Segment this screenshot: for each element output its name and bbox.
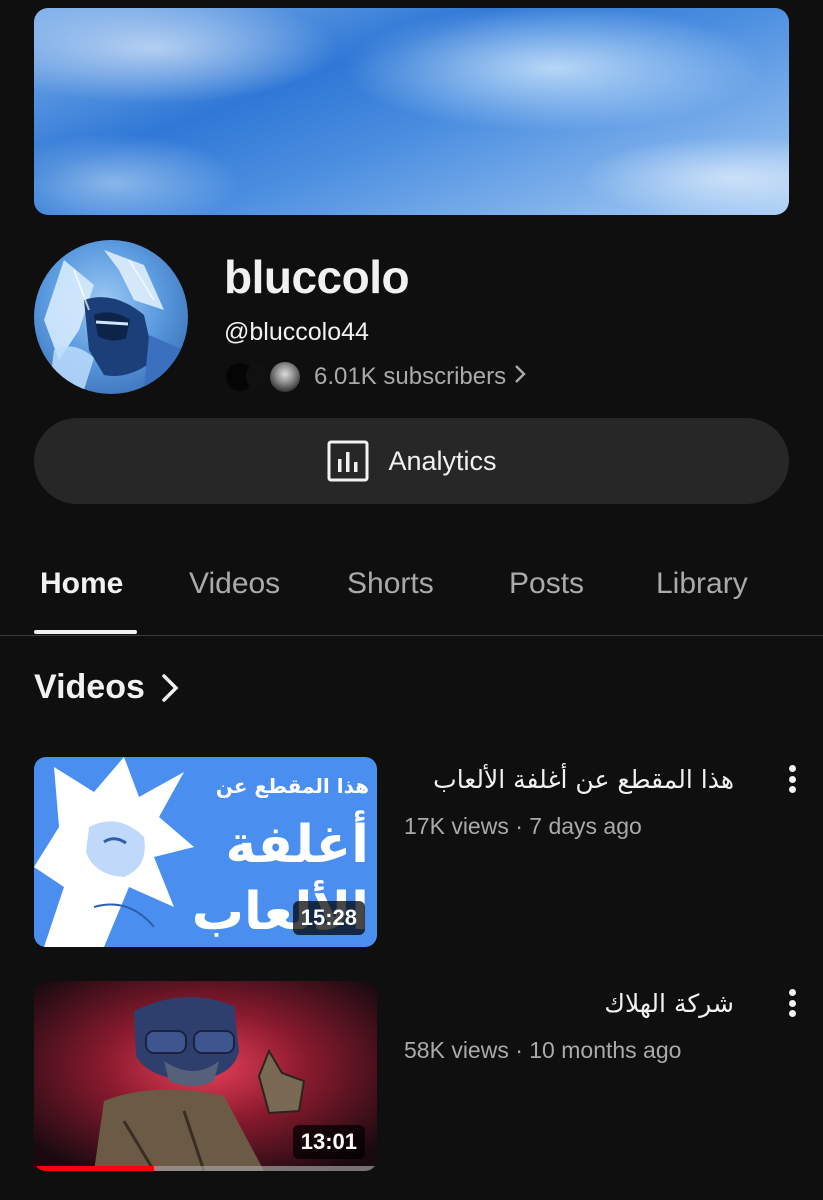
analytics-button[interactable]: Analytics bbox=[34, 418, 789, 504]
video-duration: 13:01 bbox=[292, 1125, 365, 1159]
video-thumbnail[interactable]: 13:01 bbox=[34, 981, 377, 1171]
video-item[interactable]: هذا المقطع عن أغلفة الألعاب 15:28 هذا ال… bbox=[34, 757, 796, 949]
active-tab-indicator bbox=[34, 630, 137, 634]
channel-handle: @bluccolo44 bbox=[224, 318, 369, 346]
chevron-right-icon bbox=[162, 673, 179, 702]
channel-name: bluccolo bbox=[224, 251, 410, 303]
tab-library[interactable]: Library bbox=[656, 567, 748, 601]
tabs-divider bbox=[0, 635, 823, 636]
subscriber-avatars bbox=[224, 360, 304, 394]
video-meta: 17K views · 7 days ago bbox=[404, 813, 642, 839]
video-item[interactable]: 13:01 شركة الهلاك 58K views · 10 months … bbox=[34, 981, 796, 1173]
chevron-right-icon bbox=[514, 364, 526, 390]
tab-videos[interactable]: Videos bbox=[189, 567, 280, 601]
video-meta: 58K views · 10 months ago bbox=[404, 1037, 682, 1063]
channel-banner bbox=[34, 8, 789, 215]
videos-section-header[interactable]: Videos bbox=[34, 668, 181, 707]
thumbnail-text: أغلفة bbox=[225, 810, 369, 875]
channel-tabs: Home Videos Shorts Posts Library bbox=[0, 555, 823, 635]
tab-home[interactable]: Home bbox=[40, 567, 123, 601]
subscriber-avatar bbox=[268, 360, 302, 394]
video-title[interactable]: هذا المقطع عن أغلفة الألعاب bbox=[404, 765, 734, 794]
tab-posts[interactable]: Posts bbox=[509, 567, 584, 601]
section-title: Videos bbox=[34, 668, 145, 706]
video-duration: 15:28 bbox=[292, 901, 365, 935]
video-thumbnail[interactable]: هذا المقطع عن أغلفة الألعاب 15:28 bbox=[34, 757, 377, 947]
more-vertical-icon[interactable] bbox=[782, 761, 802, 797]
video-title[interactable]: شركة الهلاك bbox=[404, 989, 734, 1018]
subscribers-row[interactable]: 6.01K subscribers bbox=[224, 360, 526, 394]
tab-shorts[interactable]: Shorts bbox=[347, 567, 434, 601]
watch-progress-fill bbox=[34, 1166, 155, 1171]
analytics-label: Analytics bbox=[388, 445, 497, 476]
thumbnail-text: هذا المقطع عن bbox=[216, 774, 369, 798]
more-vertical-icon[interactable] bbox=[782, 985, 802, 1021]
bar-chart-icon bbox=[327, 440, 369, 482]
watch-progress-bar bbox=[34, 1166, 377, 1171]
channel-avatar[interactable] bbox=[34, 240, 188, 394]
subscriber-count: 6.01K subscribers bbox=[314, 363, 507, 390]
